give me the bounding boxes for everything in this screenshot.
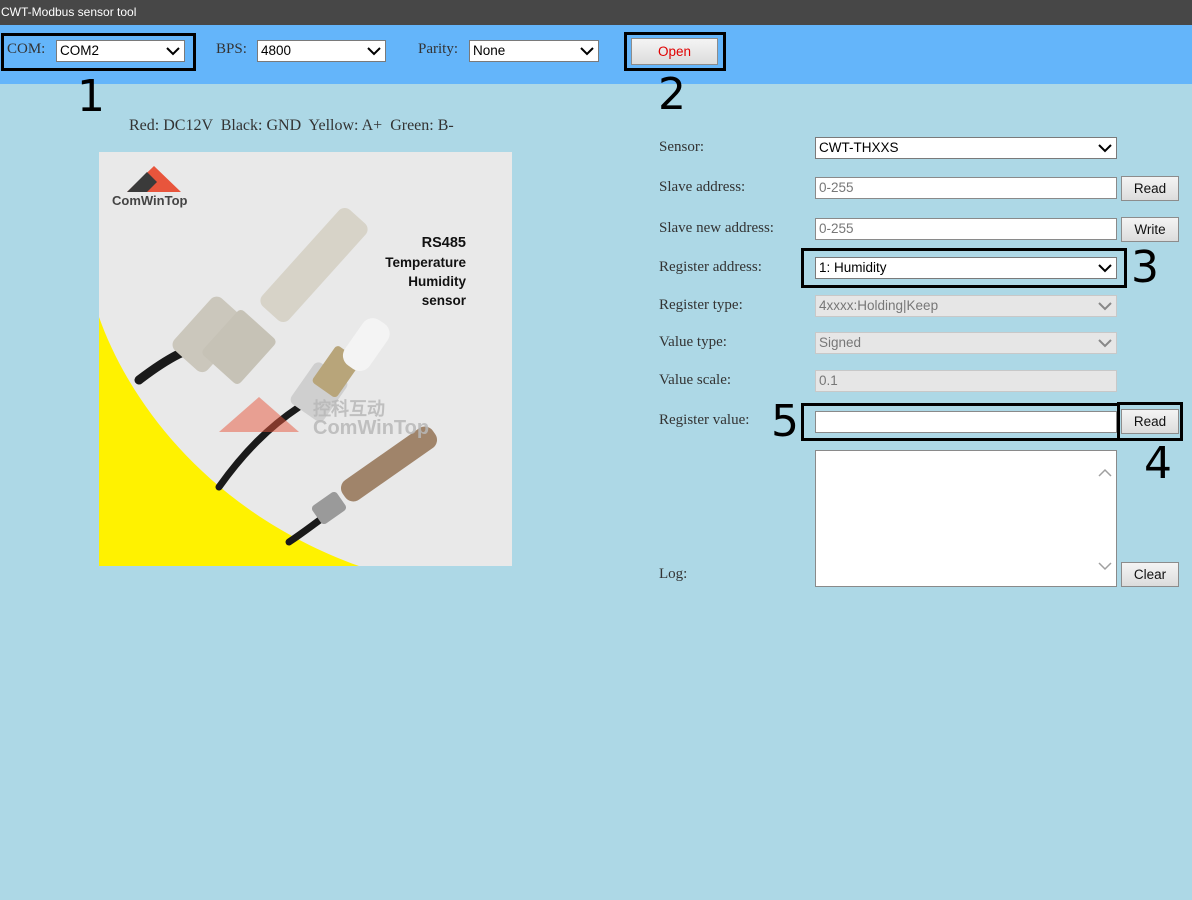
slave-address-input[interactable]: 0-255 [815, 177, 1117, 199]
slave-new-address-placeholder: 0-255 [819, 221, 854, 236]
caption-line: Temperature [385, 255, 466, 270]
register-type-value: 4xxxx:Holding|Keep [819, 298, 939, 313]
chevron-down-icon [1098, 302, 1112, 311]
register-type-select[interactable]: 4xxxx:Holding|Keep [815, 295, 1117, 317]
clear-log-button[interactable]: Clear [1121, 562, 1179, 587]
register-value-label: Register value: [659, 412, 750, 428]
parity-value: None [473, 43, 506, 58]
window-title: CWT-Modbus sensor tool [1, 5, 137, 19]
annotation-number-2: 2 [658, 69, 686, 120]
write-address-button[interactable]: Write [1121, 217, 1179, 242]
highlight-box-register-address [801, 248, 1127, 288]
chevron-down-icon [367, 47, 381, 56]
annotation-number-4: 4 [1144, 438, 1172, 489]
parity-label: Parity: [418, 41, 458, 57]
product-image: ComWinTop 控科互动 ComWinTop RS485 Temperatu… [99, 152, 512, 566]
read-address-button[interactable]: Read [1121, 176, 1179, 201]
scroll-up-icon[interactable] [1097, 467, 1113, 479]
register-type-label: Register type: [659, 297, 743, 313]
chevron-down-icon [1098, 339, 1112, 348]
bps-select[interactable]: 4800 [257, 40, 386, 62]
caption-line: Humidity [408, 274, 466, 289]
register-address-label: Register address: [659, 259, 762, 275]
log-textarea[interactable] [815, 450, 1117, 587]
bps-label: BPS: [216, 41, 247, 57]
value-scale-label: Value scale: [659, 372, 732, 388]
slave-new-address-input[interactable]: 0-255 [815, 218, 1117, 240]
sensor-value: CWT-THXXS [819, 140, 899, 155]
wiring-note: Red: DC12V Black: GND Yellow: A+ Green: … [129, 117, 454, 134]
slave-new-address-label: Slave new address: [659, 220, 774, 236]
sensor-illustration [99, 166, 438, 566]
highlight-box-read-button [1117, 402, 1183, 441]
brand-name: ComWinTop [112, 193, 188, 208]
highlight-box-open [624, 32, 726, 71]
slave-address-placeholder: 0-255 [819, 180, 854, 195]
annotation-number-1: 1 [77, 71, 105, 122]
sensor-label: Sensor: [659, 139, 704, 155]
annotation-number-3: 3 [1131, 242, 1159, 293]
caption-line: RS485 [421, 235, 466, 251]
annotation-number-5: 5 [771, 396, 799, 447]
highlight-box-com [1, 33, 196, 71]
product-caption: RS485 Temperature Humidity sensor [385, 234, 466, 310]
log-label: Log: [659, 566, 688, 582]
highlight-box-register-value [801, 403, 1120, 441]
value-scale-input[interactable]: 0.1 [815, 370, 1117, 392]
chevron-down-icon [580, 47, 594, 56]
value-type-select[interactable]: Signed [815, 332, 1117, 354]
bps-value: 4800 [261, 43, 292, 58]
value-type-value: Signed [819, 335, 862, 350]
slave-address-label: Slave address: [659, 179, 746, 195]
sensor-select[interactable]: CWT-THXXS [815, 137, 1117, 159]
chevron-down-icon [1098, 144, 1112, 153]
value-type-label: Value type: [659, 334, 727, 350]
watermark-en: ComWinTop [313, 417, 430, 439]
parity-select[interactable]: None [469, 40, 599, 62]
title-bar: CWT-Modbus sensor tool [0, 0, 1192, 25]
caption-line: sensor [421, 293, 466, 308]
value-scale-value: 0.1 [819, 373, 838, 388]
scroll-down-icon[interactable] [1097, 560, 1113, 572]
